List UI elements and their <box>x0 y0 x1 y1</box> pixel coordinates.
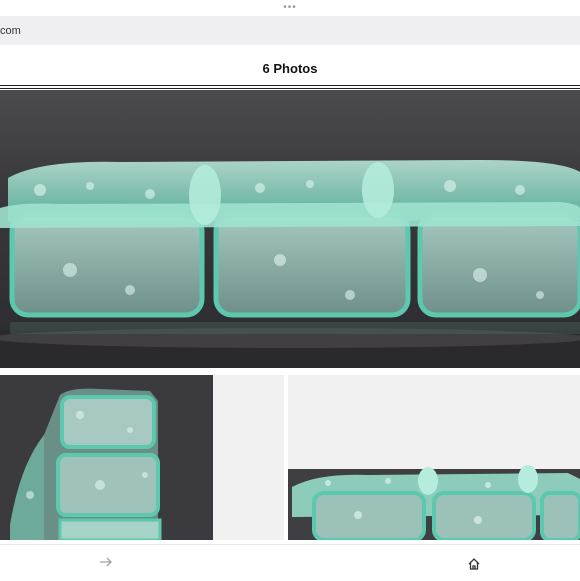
url-text: com <box>0 24 21 37</box>
photo-placeholder <box>213 375 284 540</box>
divider <box>0 85 580 86</box>
bottom-toolbar <box>0 544 580 581</box>
menu-dots-glyph: ••• <box>283 1 297 13</box>
menu-dots-icon[interactable]: ••• <box>0 0 580 14</box>
gallery-header: 6 Photos <box>0 52 580 84</box>
photo-thumbnail[interactable] <box>0 375 213 540</box>
divider <box>0 88 580 89</box>
arrow-right-icon[interactable] <box>96 555 116 573</box>
page-title: 6 Photos <box>262 60 318 76</box>
photo-main[interactable] <box>0 90 580 368</box>
address-bar[interactable]: com <box>0 16 580 45</box>
photo-thumbnail[interactable] <box>288 375 580 540</box>
home-icon[interactable] <box>464 555 484 573</box>
